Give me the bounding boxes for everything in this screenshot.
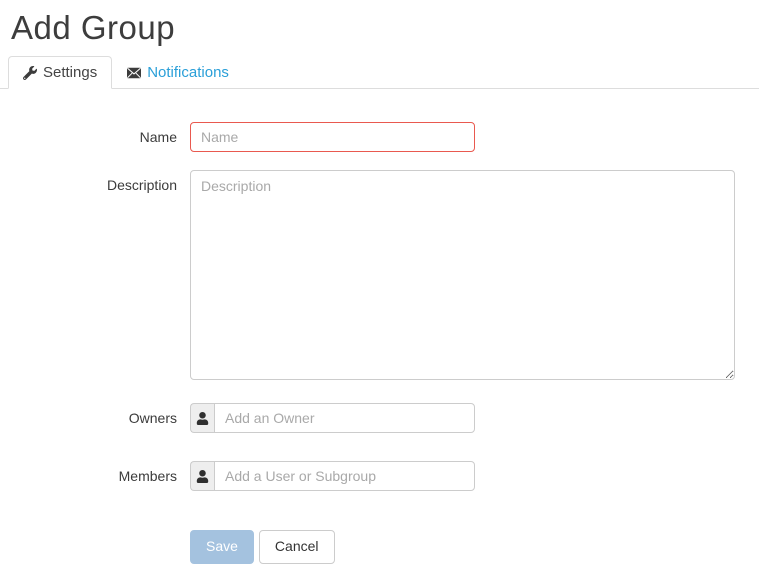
- tab-notifications-label: Notifications: [147, 64, 229, 81]
- name-label: Name: [139, 129, 177, 145]
- page-title: Add Group: [11, 9, 176, 46]
- description-textarea[interactable]: [190, 170, 735, 380]
- tab-settings[interactable]: Settings: [8, 56, 113, 89]
- owners-input[interactable]: [214, 403, 475, 433]
- description-label: Description: [106, 177, 177, 193]
- members-label: Members: [118, 468, 177, 484]
- tab-settings-label: Settings: [43, 64, 98, 81]
- wrench-icon: [23, 65, 37, 80]
- tab-notifications[interactable]: Notifications: [112, 56, 244, 89]
- tab-bar: Settings Notifications: [0, 56, 759, 89]
- members-input[interactable]: [214, 461, 475, 491]
- add-group-page: Add Group Settings Notifications Name De…: [0, 9, 759, 581]
- owners-input-group: [190, 403, 475, 433]
- name-input[interactable]: [190, 122, 475, 152]
- add-group-form: Name Description Owners Members: [0, 122, 759, 564]
- members-input-group: [190, 461, 475, 491]
- form-buttons: Save Cancel: [190, 530, 759, 564]
- cancel-button[interactable]: Cancel: [258, 530, 335, 564]
- envelope-icon: [127, 66, 142, 80]
- owners-label: Owners: [128, 410, 177, 426]
- members-row: Members: [0, 461, 759, 491]
- name-row: Name: [0, 122, 759, 152]
- description-row: Description: [0, 170, 759, 380]
- owners-row: Owners: [0, 403, 759, 433]
- user-icon: [190, 403, 214, 433]
- save-button[interactable]: Save: [190, 530, 254, 564]
- user-icon: [190, 461, 214, 491]
